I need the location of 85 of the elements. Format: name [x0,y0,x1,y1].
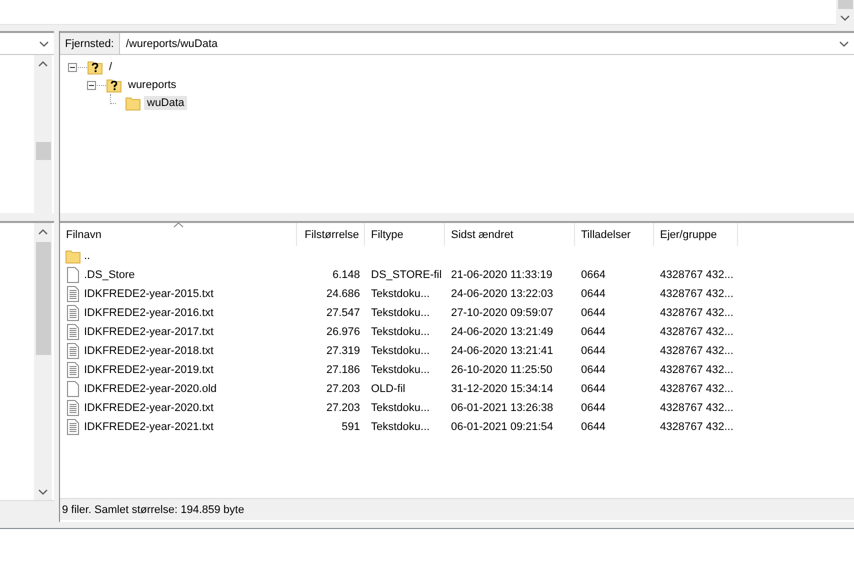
owner-group: 4328767 432... [660,306,734,318]
file-type: OLD-fil [371,382,406,394]
permissions: 0644 [581,364,606,376]
text-file-icon [65,400,81,416]
permissions: 0644 [581,306,606,318]
permissions: 0644 [581,382,606,394]
path-field[interactable]: /wureports/wuData [120,33,854,54]
file-icon [65,266,81,282]
permissions: 0664 [581,268,606,280]
text-file-icon [65,362,81,378]
scrollbar-thumb[interactable] [36,142,50,160]
file-type: DS_STORE-fil [371,268,442,280]
file-size: 27.186 [326,364,360,376]
file-type: Tekstdoku... [371,288,430,300]
file-name[interactable]: .. [84,250,90,262]
text-file-icon [65,286,81,302]
modified-date: 26-10-2020 11:25:50 [451,364,552,376]
tree-item[interactable]: / [106,60,116,74]
modified-date: 24-06-2020 13:21:41 [451,344,554,356]
file-size: 27.319 [326,344,360,356]
file-type: Tekstdoku... [371,326,430,338]
tree-item[interactable]: wureports [125,78,180,92]
status-text: 9 filer. Samlet størrelse: 194.859 byte [62,504,244,516]
file-size: 591 [342,420,360,432]
question-folder-icon [106,77,122,93]
owner-group: 4328767 432... [660,344,734,356]
file-name[interactable]: IDKFREDE2-year-2020.txt [84,402,214,414]
file-size: 27.203 [326,402,360,414]
permissions: 0644 [581,402,606,414]
owner-group: 4328767 432... [660,382,734,394]
modified-date: 06-01-2021 09:21:54 [451,420,554,432]
collapse-icon[interactable] [68,62,77,72]
scrollbar-thumb[interactable] [838,0,852,9]
text-file-icon [65,418,81,434]
owner-group: 4328767 432... [660,420,734,432]
file-name[interactable]: IDKFREDE2-year-2016.txt [84,306,214,318]
file-type: Tekstdoku... [371,364,430,376]
modified-date: 24-06-2020 13:22:03 [451,288,554,300]
file-name[interactable]: IDKFREDE2-year-2019.txt [84,364,214,376]
permissions: 0644 [581,420,606,432]
modified-date: 06-01-2021 13:26:38 [451,402,554,414]
file-type: Tekstdoku... [371,344,430,356]
file-size: 27.203 [326,382,360,394]
file-name[interactable]: IDKFREDE2-year-2021.txt [84,420,214,432]
column-header[interactable]: Filstørrelse [297,223,365,246]
column-header[interactable]: Filtype [365,223,445,246]
file-size: 6.148 [332,268,360,280]
column-header[interactable]: Ejer/gruppe [654,223,738,246]
file-type: Tekstdoku... [371,306,430,318]
column-header[interactable]: Filnavn [60,223,297,246]
permissions: 0644 [581,326,606,338]
text-file-icon [65,342,81,358]
folder-icon [65,248,81,264]
file-name[interactable]: IDKFREDE2-year-2015.txt [84,288,214,300]
modified-date: 27-10-2020 09:59:07 [451,306,554,318]
owner-group: 4328767 432... [660,288,734,300]
owner-group: 4328767 432... [660,326,734,338]
scrollbar-thumb[interactable] [36,242,50,355]
file-name[interactable]: IDKFREDE2-year-2018.txt [84,344,214,356]
owner-group: 4328767 432... [660,364,734,376]
owner-group: 4328767 432... [660,268,734,280]
tree-item[interactable]: wuData [144,96,188,110]
modified-date: 24-06-2020 13:21:49 [451,326,554,338]
modified-date: 21-06-2020 11:33:19 [451,268,552,280]
question-folder-icon [87,59,103,75]
file-name[interactable]: .DS_Store [84,268,135,280]
column-header[interactable]: Tilladelser [575,223,654,246]
owner-group: 4328767 432... [660,402,734,414]
folder-icon [125,95,141,111]
file-icon [65,380,81,396]
path-label: Fjernsted: [60,33,120,54]
file-size: 26.976 [326,326,360,338]
file-name[interactable]: IDKFREDE2-year-2020.old [84,382,217,394]
file-name[interactable]: IDKFREDE2-year-2017.txt [84,326,214,338]
collapse-icon[interactable] [87,80,96,90]
permissions: 0644 [581,344,606,356]
text-file-icon [65,324,81,340]
file-type: Tekstdoku... [371,402,430,414]
permissions: 0644 [581,288,606,300]
modified-date: 31-12-2020 15:34:14 [451,382,554,394]
file-type: Tekstdoku... [371,420,430,432]
file-size: 24.686 [326,288,360,300]
text-file-icon [65,304,81,320]
file-size: 27.547 [326,306,360,318]
column-header[interactable]: Sidst ændret [445,223,575,246]
